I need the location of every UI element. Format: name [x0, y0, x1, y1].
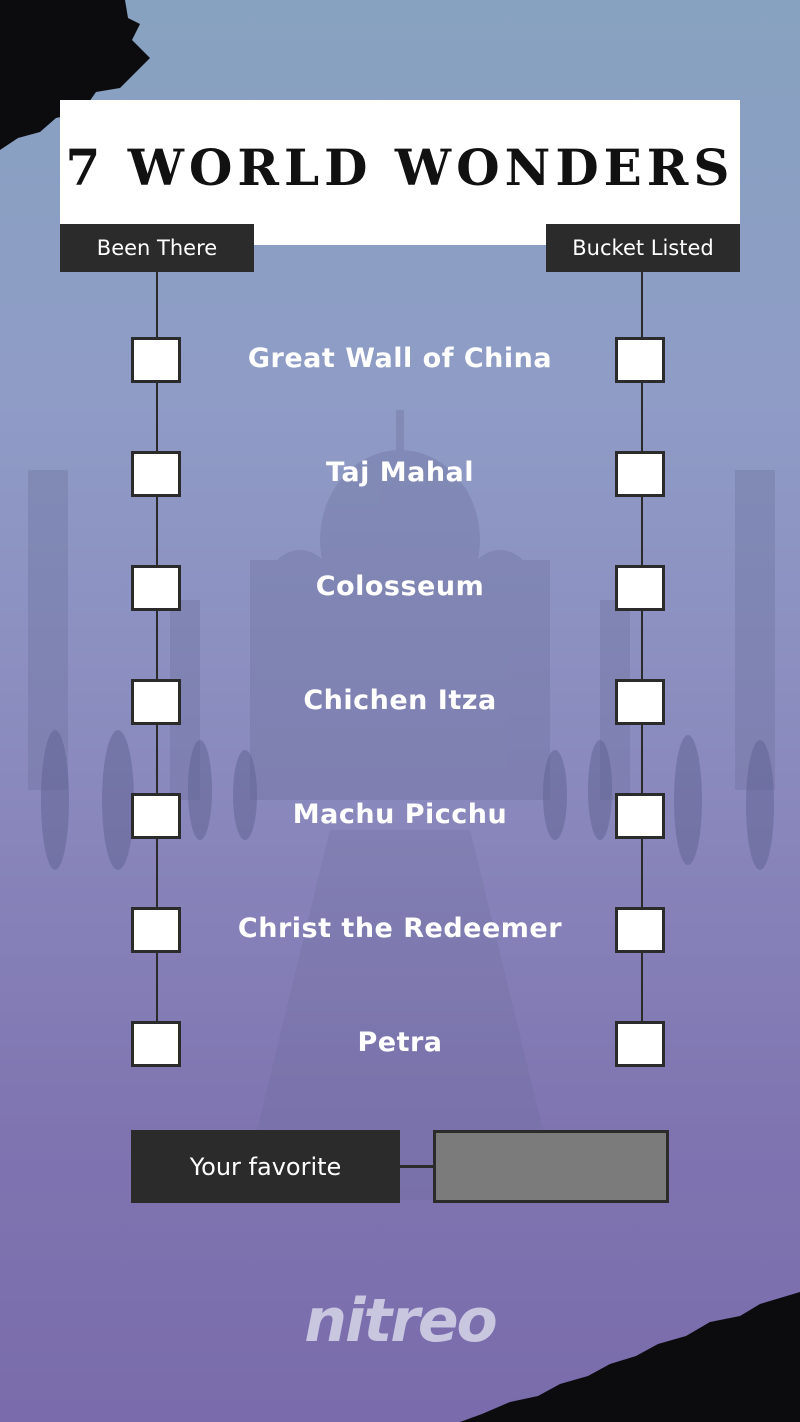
bucket-listed-checkbox[interactable] [615, 337, 665, 383]
wonder-label: Machu Picchu [292, 799, 508, 830]
bucket-listed-checkbox[interactable] [615, 907, 665, 953]
been-there-checkbox[interactable] [131, 793, 181, 839]
wonder-row: Chichen Itza [0, 679, 800, 729]
column-label-bucket-listed: Bucket Listed [546, 224, 740, 272]
been-there-checkbox[interactable] [131, 337, 181, 383]
wonder-row: Christ the Redeemer [0, 907, 800, 957]
been-there-checkbox[interactable] [131, 565, 181, 611]
been-there-checkbox[interactable] [131, 451, 181, 497]
favorite-connector-line [400, 1165, 434, 1168]
wonder-label: Christ the Redeemer [237, 913, 563, 944]
story-page: 7 WORLD WONDERS Been There Bucket Listed… [0, 0, 800, 1422]
been-there-checkbox[interactable] [131, 1021, 181, 1067]
wonder-row: Taj Mahal [0, 451, 800, 501]
favorite-label: Your favorite [131, 1130, 400, 1203]
wonder-row: Petra [0, 1021, 800, 1071]
bucket-listed-checkbox[interactable] [615, 679, 665, 725]
wonder-label: Colosseum [315, 571, 485, 602]
column-label-been-there: Been There [60, 224, 254, 272]
bucket-listed-checkbox[interactable] [615, 1021, 665, 1067]
bucket-listed-checkbox[interactable] [615, 451, 665, 497]
wonder-label: Chichen Itza [303, 685, 497, 716]
wonder-row: Machu Picchu [0, 793, 800, 843]
wonder-label: Great Wall of China [247, 343, 553, 374]
page-title: 7 WORLD WONDERS [65, 138, 735, 197]
wonder-row: Great Wall of China [0, 337, 800, 387]
wonder-label: Petra [357, 1027, 443, 1058]
been-there-checkbox[interactable] [131, 907, 181, 953]
wonder-row: Colosseum [0, 565, 800, 615]
bucket-listed-checkbox[interactable] [615, 793, 665, 839]
been-there-checkbox[interactable] [131, 679, 181, 725]
nitreo-logo: nitreo [304, 1286, 497, 1356]
favorite-input[interactable] [433, 1130, 669, 1203]
wonder-label: Taj Mahal [325, 457, 475, 488]
bucket-listed-checkbox[interactable] [615, 565, 665, 611]
